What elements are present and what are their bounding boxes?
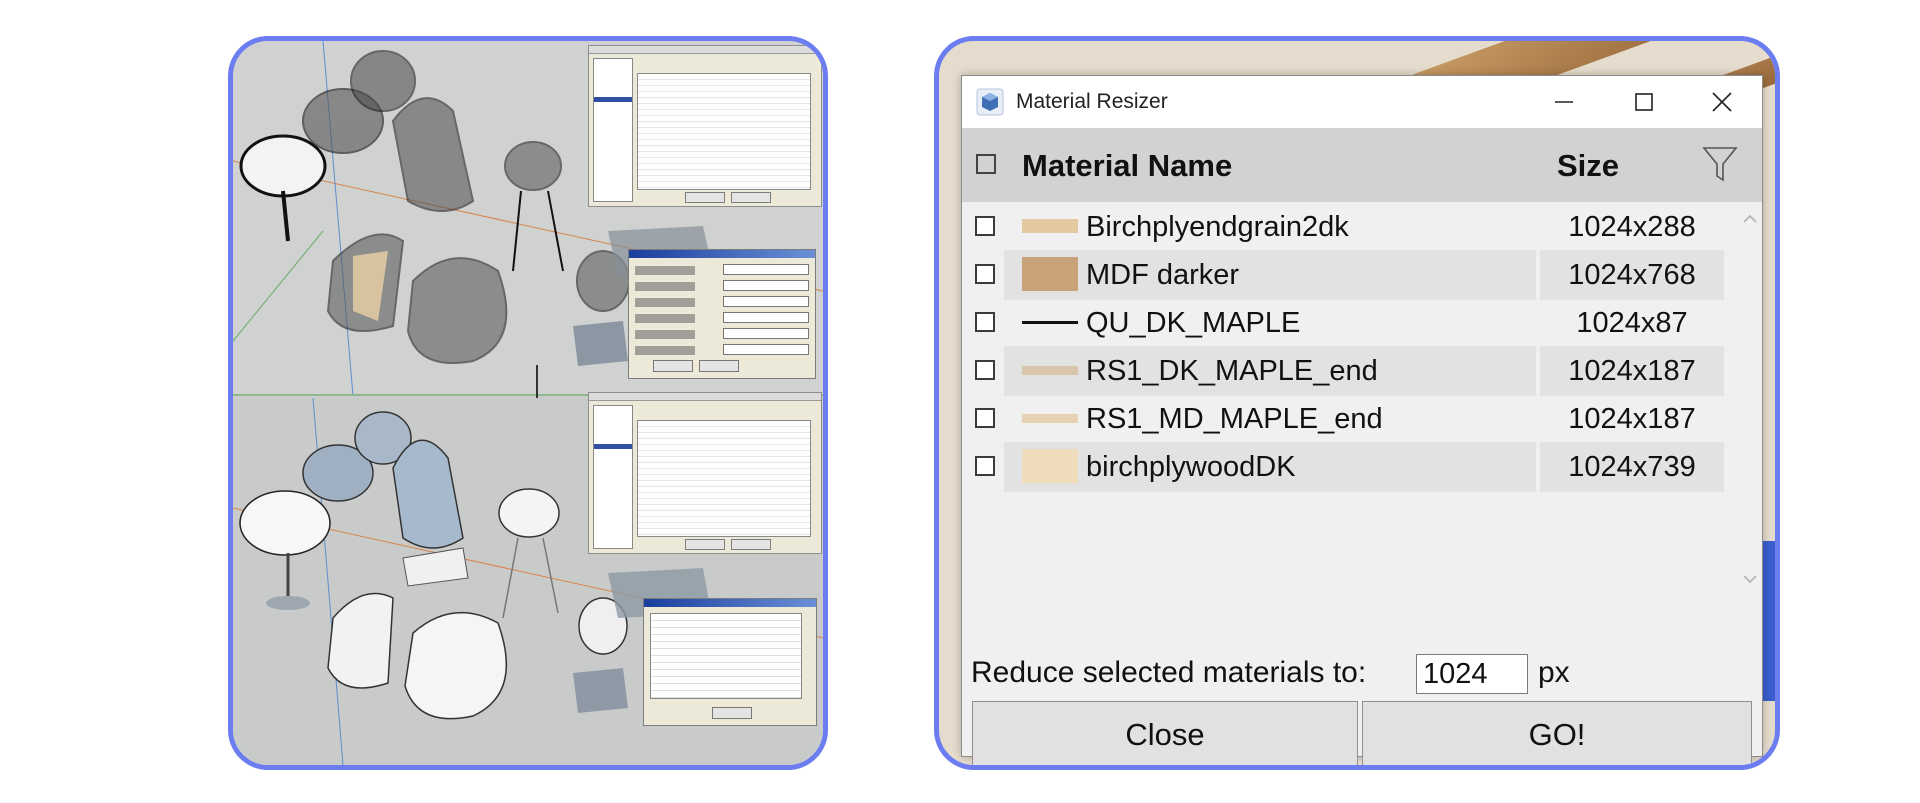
row-checkbox[interactable] [975,408,995,428]
dialog-titlebar [629,250,815,258]
material-swatch [1022,366,1078,375]
table-row[interactable]: QU_DK_MAPLE 1024x87 [962,298,1722,348]
row-checkbox[interactable] [975,216,995,236]
target-size-input[interactable] [1416,654,1528,694]
minimize-icon [1555,101,1573,103]
window-close-button[interactable] [1682,76,1762,128]
select-all-checkbox[interactable] [976,154,996,174]
close-icon [1712,92,1732,112]
column-size[interactable]: Size [1557,148,1619,184]
reduce-label: Reduce selected materials to: [971,656,1367,689]
close-button[interactable]: Close [972,701,1358,765]
material-list: Birchplyendgrain2dk 1024x288 MDF darker … [962,202,1742,602]
go-button[interactable]: GO! [1362,701,1752,765]
table-row[interactable]: Birchplyendgrain2dk 1024x288 [962,202,1722,252]
material-size: 1024x768 [1568,259,1696,291]
window-title: Material Resizer [1016,90,1168,113]
material-swatch [1022,257,1078,291]
material-size: 1024x187 [1568,403,1696,435]
material-name: RS1_MD_MAPLE_end [1086,403,1383,435]
scroll-down-icon[interactable] [1743,572,1757,586]
px-unit-label: px [1538,656,1570,689]
row-checkbox[interactable] [975,360,995,380]
column-material-name[interactable]: Material Name [1022,148,1232,184]
row-checkbox[interactable] [975,456,995,476]
model-info-window-after [588,392,822,554]
app-icon [976,88,1004,116]
table-row[interactable]: RS1_MD_MAPLE_end 1024x187 [962,394,1722,444]
model-info-titlebar [589,46,821,54]
material-swatch [1022,321,1078,324]
model-info-statistics-table [637,73,811,190]
row-checkbox[interactable] [975,312,995,332]
cleaned-scene [233,392,823,765]
table-row[interactable]: RS1_DK_MAPLE_end 1024x187 [962,346,1724,396]
material-size: 1024x739 [1568,451,1696,483]
clean-up-model-dialog [628,249,816,379]
material-name: QU_DK_MAPLE [1086,307,1301,339]
wireframe-scene [233,41,823,396]
material-name: birchplywoodDK [1086,451,1296,483]
validity-check-dialog [643,598,817,726]
table-header: Material Name Size [962,128,1762,202]
minimize-button[interactable] [1524,76,1604,128]
table-row[interactable]: MDF darker 1024x768 [962,250,1724,300]
material-name: MDF darker [1086,259,1240,291]
material-size: 1024x187 [1568,355,1696,387]
table-row[interactable]: birchplywoodDK 1024x739 [962,442,1724,492]
titlebar: Material Resizer [962,76,1762,128]
filter-icon[interactable] [1702,144,1738,184]
material-swatch [1022,449,1078,483]
material-name: RS1_DK_MAPLE_end [1086,355,1378,387]
validity-log [650,613,802,699]
row-checkbox[interactable] [975,264,995,284]
maximize-icon [1635,93,1653,111]
material-resizer-window: Material Resizer Material Name Size Birc… [961,75,1763,765]
model-info-category-list [593,58,633,202]
maximize-button[interactable] [1604,76,1684,128]
material-swatch [1022,414,1078,423]
fix-problems-button [731,192,771,203]
purge-unused-button [685,192,725,203]
sketchup-before-after-illustration [228,36,828,770]
vertical-scrollbar[interactable] [1738,202,1762,632]
material-name: Birchplyendgrain2dk [1086,211,1349,243]
material-resizer-screenshot: Material Resizer Material Name Size Birc… [934,36,1780,770]
scroll-up-icon[interactable] [1743,212,1757,226]
material-swatch [1022,219,1078,233]
material-size: 1024x87 [1576,307,1688,339]
model-info-window [588,45,822,207]
material-size: 1024x288 [1568,211,1696,243]
